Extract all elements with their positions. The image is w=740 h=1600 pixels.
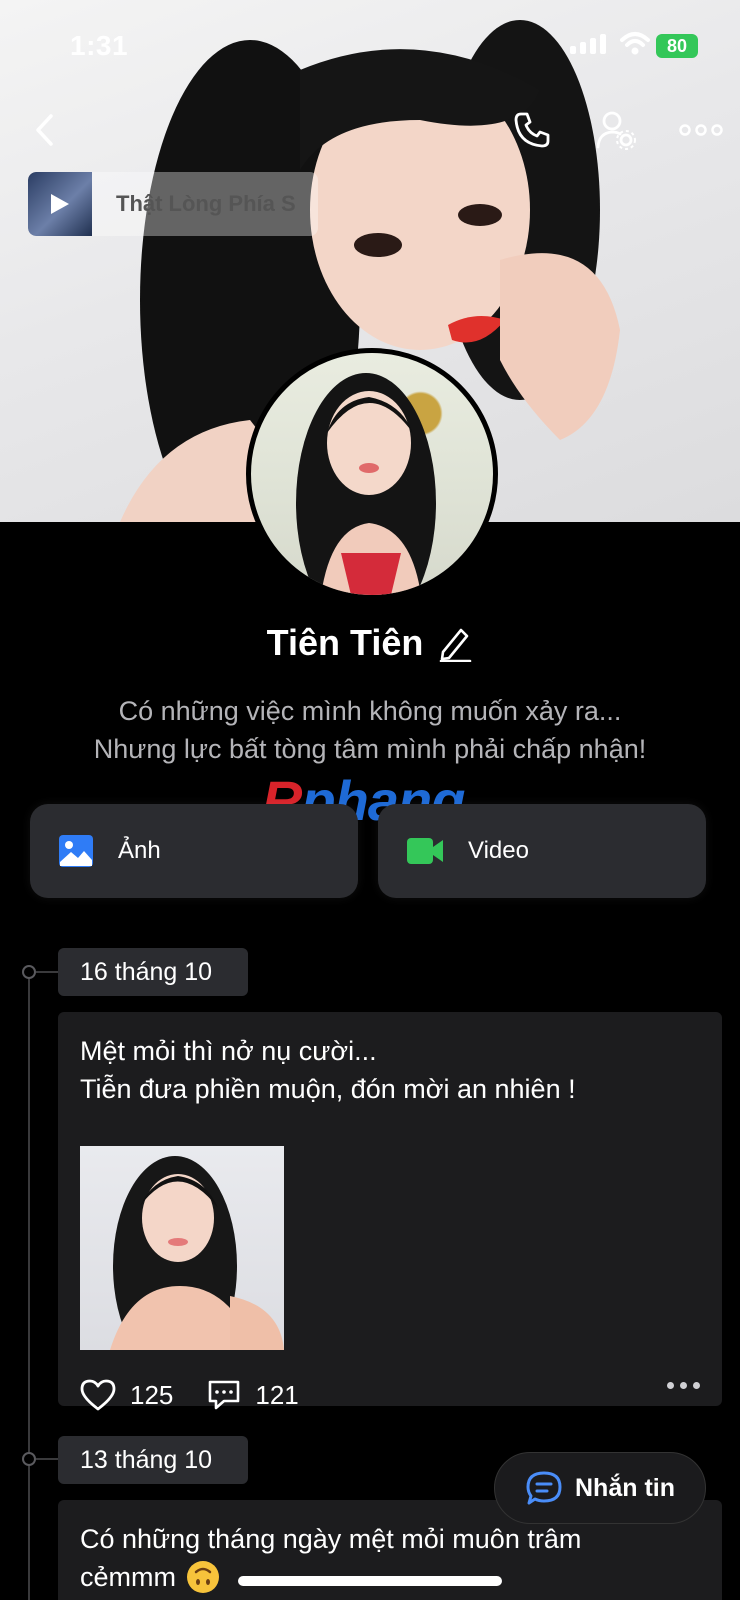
post-actions: 125 121	[80, 1370, 700, 1420]
bio-line-1: Có những việc mình không muốn xảy ra...	[118, 696, 622, 726]
edit-pencil-icon[interactable]	[437, 624, 473, 662]
more-horizontal-icon	[679, 124, 723, 136]
like-count: 125	[130, 1379, 174, 1410]
comment-button[interactable]: 121	[207, 1379, 299, 1411]
chevron-left-icon	[36, 114, 53, 146]
battery-indicator: 80	[656, 34, 698, 58]
status-time: 1:31	[70, 30, 129, 61]
timeline-connector	[36, 971, 58, 973]
send-message-label: Nhắn tin	[575, 1473, 675, 1502]
bio-line-2: Nhưng lực bất tòng tâm mình phải chấp nh…	[93, 734, 647, 764]
timeline-line	[28, 974, 30, 1600]
post-more-button[interactable]	[667, 1382, 700, 1389]
video-label: Video	[468, 837, 529, 864]
profile-settings-button[interactable]	[592, 106, 640, 154]
post-text: Mệt mỏi thì nở nụ cười... Tiễn đưa phiền…	[58, 1012, 722, 1108]
post-text-line-1: Có những tháng ngày mệt mỏi muôn trâm	[80, 1524, 582, 1554]
timeline-dot	[22, 1452, 36, 1466]
back-button[interactable]	[24, 106, 64, 154]
post-text-line-2: Tiễn đưa phiền muộn, đón mời an nhiên !	[80, 1074, 576, 1104]
music-title: Thật Lòng Phía S	[116, 191, 296, 216]
profile-name-row: Tiên Tiên	[0, 622, 740, 664]
avatar-image	[296, 373, 436, 595]
photos-button[interactable]: Ảnh	[30, 804, 358, 898]
chat-bubble-icon	[526, 1471, 562, 1505]
heart-icon	[80, 1379, 116, 1411]
timeline-post[interactable]: Mệt mỏi thì nở nụ cười... Tiễn đưa phiền…	[58, 1012, 722, 1411]
call-button[interactable]	[508, 106, 556, 154]
wifi-icon	[620, 32, 650, 55]
timeline-date: 16 tháng 10	[58, 948, 248, 996]
video-button[interactable]: Video	[378, 804, 706, 898]
timeline-connector	[36, 1458, 58, 1460]
send-message-button[interactable]: Nhắn tin	[494, 1452, 706, 1524]
phone-icon	[514, 112, 550, 148]
home-indicator[interactable]	[238, 1576, 502, 1586]
video-camera-icon	[407, 838, 443, 864]
post-photo-image	[110, 1156, 284, 1350]
more-options-button[interactable]	[676, 106, 726, 154]
image-icon	[59, 835, 93, 867]
photos-label: Ảnh	[118, 837, 161, 864]
music-cover-thumbnail	[28, 172, 92, 236]
play-icon	[51, 194, 69, 214]
timeline-date: 13 tháng 10	[58, 1436, 248, 1484]
profile-bio: Có những việc mình không muốn xảy ra... …	[0, 692, 740, 768]
profile-avatar[interactable]	[246, 348, 498, 600]
comment-icon	[209, 1380, 240, 1410]
profile-name: Tiên Tiên	[266, 622, 424, 663]
post-photo[interactable]	[80, 1146, 284, 1350]
timeline-dot	[22, 965, 36, 979]
comment-count: 121	[255, 1379, 299, 1410]
status-bar: 1:31 80	[0, 0, 740, 90]
profile-music-player[interactable]: Thật Lòng Phía S	[28, 172, 318, 236]
upside-down-face-emoji-icon	[187, 1561, 219, 1593]
post-text-line-1: Mệt mỏi thì nở nụ cười...	[80, 1036, 377, 1066]
user-settings-icon	[596, 111, 636, 150]
like-button[interactable]: 125	[80, 1379, 173, 1411]
top-nav-bar	[0, 100, 740, 160]
post-text-line-2: cẻmmm	[80, 1562, 176, 1592]
cellular-signal-icon	[570, 34, 606, 54]
